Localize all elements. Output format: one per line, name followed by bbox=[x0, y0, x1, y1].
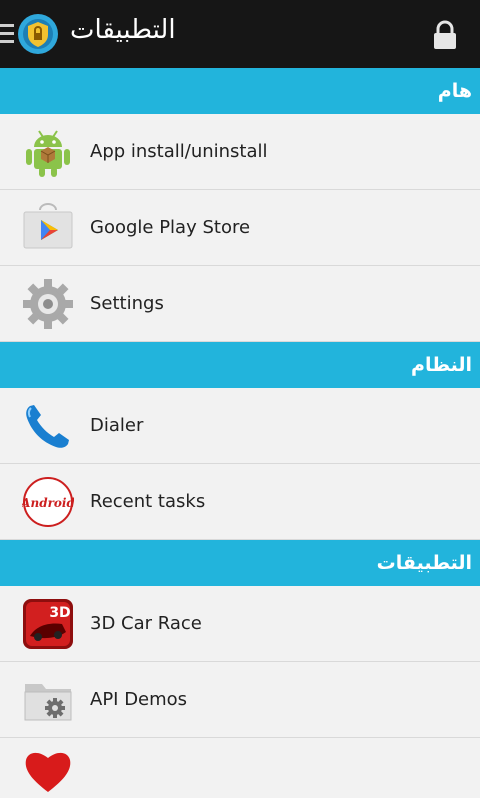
section-system: النظام bbox=[0, 342, 480, 388]
list-item-settings[interactable]: Settings bbox=[0, 266, 480, 342]
list-item-api-demos[interactable]: API Demos bbox=[0, 662, 480, 738]
race-car-icon: 3D bbox=[23, 599, 73, 649]
list-item-recent-tasks[interactable]: Android Recent tasks bbox=[0, 464, 480, 540]
app-title: التطبيقات bbox=[70, 15, 176, 45]
svg-text:Android: Android bbox=[22, 496, 74, 510]
list-item-label: App install/uninstall bbox=[90, 141, 268, 162]
svg-text:3D: 3D bbox=[49, 605, 70, 621]
list-item-label: Dialer bbox=[90, 415, 144, 436]
shield-logo-icon[interactable] bbox=[17, 13, 59, 55]
list-item-label: Google Play Store bbox=[90, 217, 251, 238]
menu-icon[interactable] bbox=[0, 24, 14, 46]
heart-icon bbox=[25, 752, 71, 792]
list-item-label: 3D Car Race bbox=[90, 613, 202, 634]
list-item-app-install[interactable]: App install/uninstall bbox=[0, 114, 480, 190]
lock-icon[interactable] bbox=[431, 20, 459, 50]
list-item-label: Recent tasks bbox=[90, 491, 206, 512]
android-robot-icon bbox=[26, 130, 70, 177]
android-logo-icon: Android bbox=[22, 477, 74, 527]
section-important: هام bbox=[0, 68, 480, 114]
section-apps: التطبيقات bbox=[0, 540, 480, 586]
folder-gear-icon bbox=[24, 684, 72, 721]
list-item-label: Settings bbox=[90, 293, 164, 314]
app-bar: التطبيقات bbox=[0, 0, 480, 68]
list-item-dialer[interactable]: Dialer bbox=[0, 388, 480, 464]
list-item-partial[interactable] bbox=[0, 738, 480, 792]
list-item-car-race[interactable]: 3D 3D Car Race bbox=[0, 586, 480, 662]
phone-handset-icon bbox=[26, 405, 69, 448]
list-item-label: API Demos bbox=[90, 689, 188, 710]
play-store-icon bbox=[23, 203, 73, 249]
gear-icon bbox=[23, 279, 73, 329]
list-item-play-store[interactable]: Google Play Store bbox=[0, 190, 480, 266]
